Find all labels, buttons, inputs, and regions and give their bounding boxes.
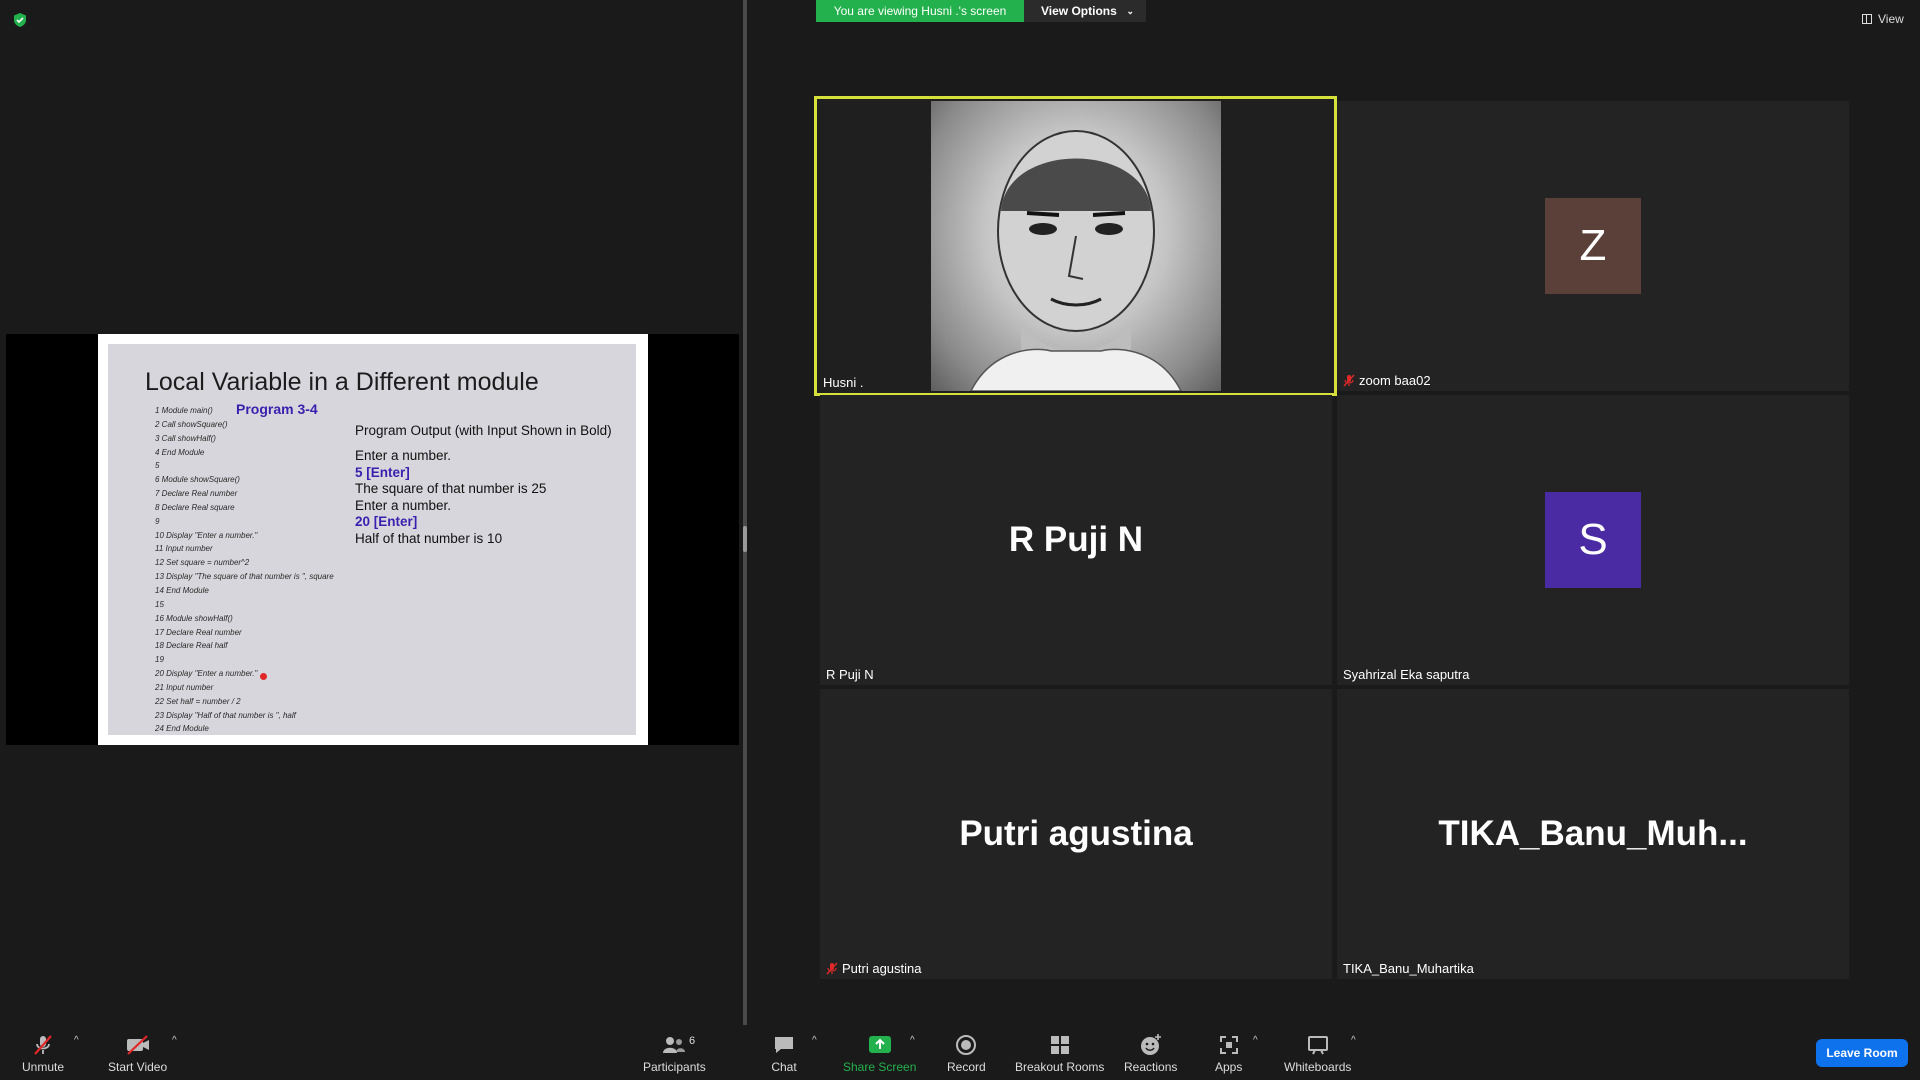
meeting-toolbar: Unmute ^ Start Video ^ Participants 6 Ch… xyxy=(0,1025,1920,1080)
share-options-caret[interactable]: ^ xyxy=(910,1035,915,1046)
code-line: 7 Declare Real number xyxy=(155,489,238,499)
apps-button[interactable]: Apps xyxy=(1215,1033,1242,1077)
participant-video-feed xyxy=(931,101,1221,392)
reactions-button[interactable]: Reactions xyxy=(1124,1033,1177,1077)
whiteboards-button[interactable]: Whiteboards xyxy=(1284,1033,1351,1077)
muted-mic-icon xyxy=(1343,374,1355,387)
video-tile-tika[interactable]: TIKA_Banu_Muh... TIKA_Banu_Muhartika xyxy=(1337,689,1849,979)
code-line: 23 Display "Half of that number is ", ha… xyxy=(155,710,296,720)
participants-count: 6 xyxy=(689,1035,696,1047)
code-line: 11 Input number xyxy=(155,544,213,554)
apps-icon xyxy=(1219,1036,1238,1054)
participants-icon xyxy=(663,1037,686,1053)
pane-divider[interactable] xyxy=(743,0,747,1025)
code-line: 10 Display "Enter a number." xyxy=(155,530,258,540)
share-screen-button[interactable]: Share Screen xyxy=(843,1033,916,1077)
output-line: Enter a number. xyxy=(355,448,452,463)
gallery-layout-icon xyxy=(1862,14,1872,24)
whiteboard-icon xyxy=(1307,1036,1328,1055)
presenter-cursor xyxy=(260,673,267,680)
video-tile-putri-agustina[interactable]: Putri agustina Putri agustina xyxy=(820,689,1332,979)
breakout-rooms-button[interactable]: Breakout Rooms xyxy=(1015,1033,1104,1077)
output-input-line: 5 [Enter] xyxy=(355,464,410,480)
chat-icon xyxy=(775,1037,793,1053)
pseudocode-listing: 1 Module main() 2 Call showSquare() 3 Call… xyxy=(155,404,334,735)
chat-options-caret[interactable]: ^ xyxy=(812,1035,817,1046)
view-options-button[interactable]: View Options ⌄ xyxy=(1024,0,1146,22)
face-portrait-image xyxy=(969,130,1183,392)
presentation-slide: Local Variable in a Different module Pro… xyxy=(108,344,636,735)
participant-display-name: TIKA_Banu_Muh... xyxy=(1438,814,1748,853)
participants-button[interactable]: Participants xyxy=(643,1033,706,1077)
video-tile-zoom-baa02[interactable]: Z zoom baa02 xyxy=(1337,101,1849,391)
muted-mic-icon xyxy=(826,962,838,975)
code-line: 4 End Module xyxy=(155,447,205,457)
code-line: 16 Module showHalf() xyxy=(155,613,233,623)
participant-name-tag: Syahrizal Eka saputra xyxy=(1343,667,1470,682)
code-line: 22 Set half = number / 2 xyxy=(155,696,241,706)
record-icon xyxy=(956,1035,977,1055)
code-line: 19 xyxy=(155,655,164,665)
code-line: 3 Call showHalf() xyxy=(155,433,216,443)
shared-content-area: Local Variable in a Different module Pro… xyxy=(6,334,739,745)
code-line: 20 Display "Enter a number." xyxy=(155,669,258,679)
code-line: 1 Module main() xyxy=(155,406,213,415)
leave-room-button[interactable]: Leave Room xyxy=(1816,1039,1908,1067)
participant-name-tag: Husni . xyxy=(823,375,864,390)
code-line: 17 Declare Real number xyxy=(155,627,242,637)
code-line: 12 Set square = number^2 xyxy=(155,558,250,568)
code-line: 13 Display "The square of that number is… xyxy=(155,572,334,582)
output-line: Enter a number. xyxy=(355,497,452,513)
code-line: 18 Declare Real half xyxy=(155,641,228,651)
participant-name-tag: Putri agustina xyxy=(826,961,922,976)
code-line: 21 Input number xyxy=(155,682,214,692)
participant-name-tag: TIKA_Banu_Muhartika xyxy=(1343,961,1474,976)
video-off-icon xyxy=(126,1035,149,1055)
participant-display-name: Putri agustina xyxy=(959,814,1193,853)
participant-name-tag: R Puji N xyxy=(826,667,874,682)
reactions-icon xyxy=(1140,1034,1161,1055)
video-tile-r-puji-n[interactable]: R Puji N R Puji N xyxy=(820,395,1332,685)
view-label: View xyxy=(1878,12,1904,26)
video-tile-syahrizal[interactable]: S Syahrizal Eka saputra xyxy=(1337,395,1849,685)
code-line: 24 End Module xyxy=(155,724,209,734)
output-line: Half of that number is 10 xyxy=(355,530,503,546)
code-line: 14 End Module xyxy=(155,585,209,595)
view-layout-button[interactable]: View xyxy=(1862,12,1904,26)
avatar: Z xyxy=(1545,198,1641,294)
breakout-rooms-icon xyxy=(1050,1036,1069,1054)
code-line: 5 xyxy=(155,461,160,471)
video-options-caret[interactable]: ^ xyxy=(172,1035,177,1046)
program-output: Program Output (with Input Shown in Bold… xyxy=(355,423,612,547)
output-line: The square of that number is 25 xyxy=(355,481,547,496)
chat-button[interactable]: Chat xyxy=(771,1033,797,1077)
record-button[interactable]: Record xyxy=(947,1033,986,1077)
video-tile-husni[interactable]: Husni . xyxy=(817,99,1334,393)
muted-mic-icon xyxy=(34,1035,52,1055)
code-line: 15 xyxy=(155,599,164,609)
view-options-label: View Options xyxy=(1041,4,1117,18)
apps-options-caret[interactable]: ^ xyxy=(1253,1035,1258,1046)
avatar: S xyxy=(1545,492,1641,588)
output-header: Program Output (with Input Shown in Bold… xyxy=(355,423,612,438)
participant-display-name: R Puji N xyxy=(1008,520,1144,559)
code-line: 9 xyxy=(155,516,160,526)
audio-options-caret[interactable]: ^ xyxy=(74,1035,79,1046)
shared-screen-pane: Local Variable in a Different module Pro… xyxy=(0,0,743,1025)
unmute-button[interactable]: Unmute xyxy=(22,1033,64,1077)
encryption-shield-icon[interactable] xyxy=(12,12,28,28)
share-screen-icon xyxy=(868,1036,891,1053)
slide-frame: Local Variable in a Different module Pro… xyxy=(98,334,648,745)
chevron-down-icon: ⌄ xyxy=(1126,6,1134,16)
output-input-line: 20 [Enter] xyxy=(355,514,418,529)
code-line: 6 Module showSquare() xyxy=(155,475,240,485)
code-line: 8 Declare Real square xyxy=(155,502,235,512)
whiteboards-options-caret[interactable]: ^ xyxy=(1351,1035,1356,1046)
start-video-button[interactable]: Start Video xyxy=(108,1033,167,1077)
slide-title: Local Variable in a Different module xyxy=(145,368,539,396)
participant-name-tag: zoom baa02 xyxy=(1343,373,1431,388)
pane-resize-handle[interactable] xyxy=(743,526,747,552)
code-line: 2 Call showSquare() xyxy=(155,419,228,429)
viewing-screen-banner: You are viewing Husni .'s screen xyxy=(816,0,1024,22)
